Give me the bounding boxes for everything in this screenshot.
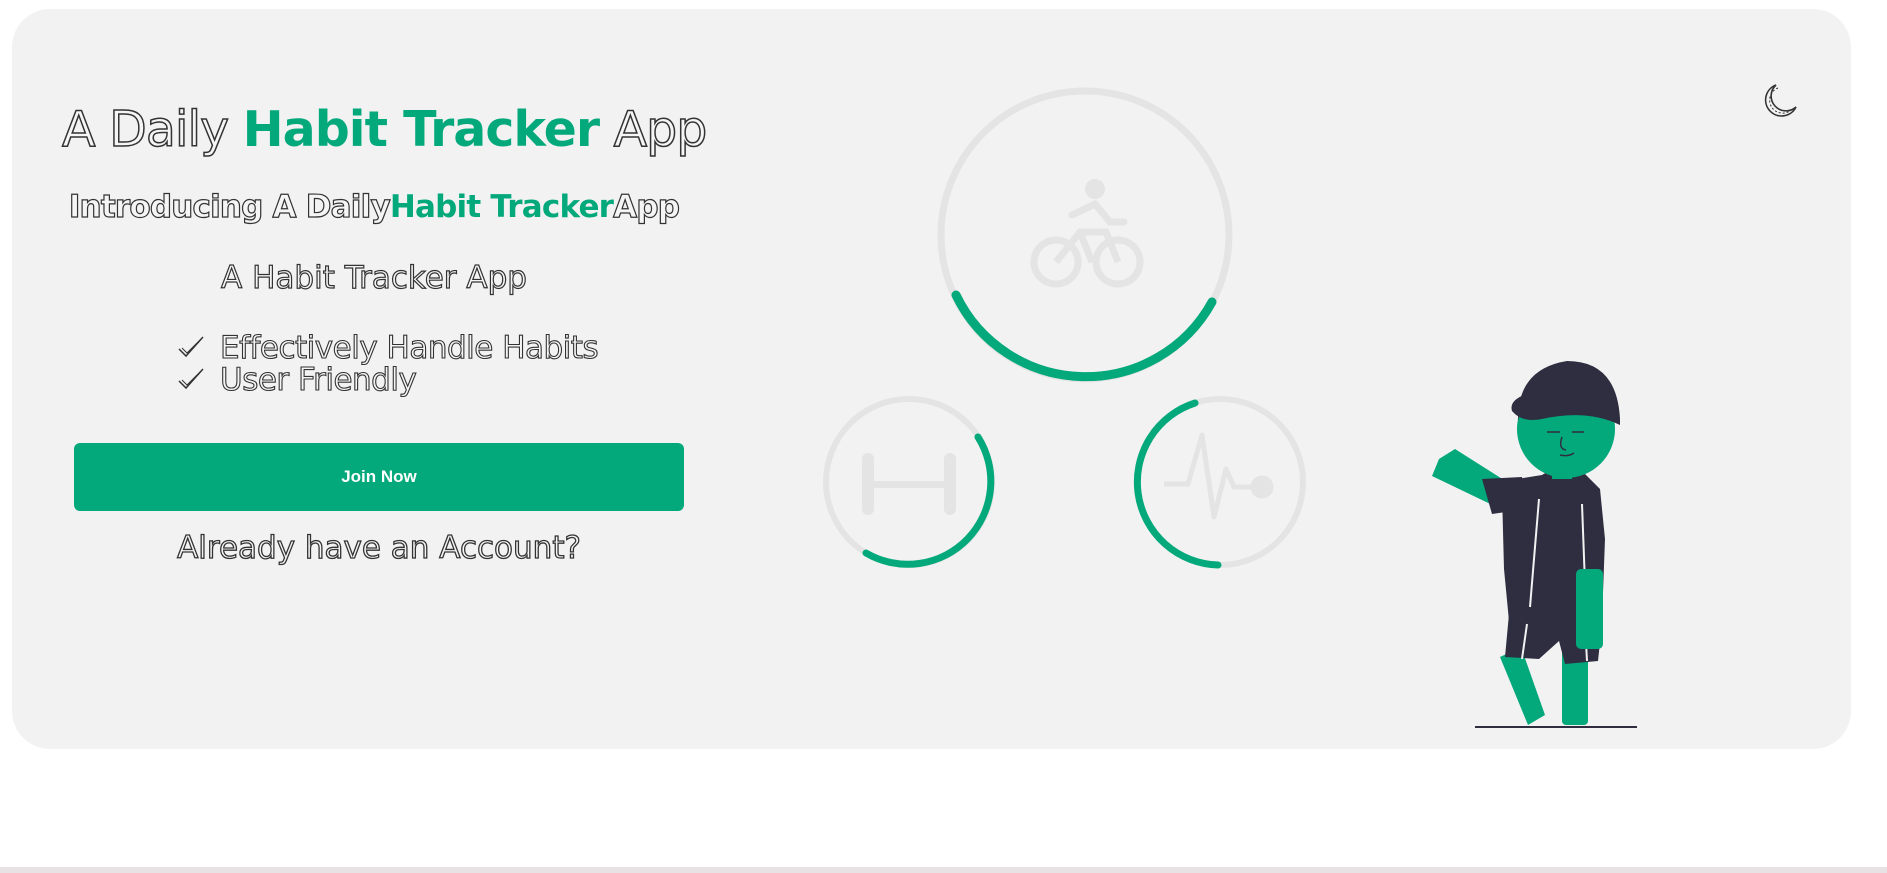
heartbeat-icon	[1164, 432, 1274, 520]
heartbeat-ring	[1133, 396, 1306, 569]
hero-card: A Daily Habit Tracker App Introducing A …	[12, 9, 1851, 749]
person-illustration	[1432, 361, 1637, 728]
dumbbell-icon	[862, 453, 956, 515]
footer-strip	[0, 867, 1887, 873]
bicycle-icon	[1030, 179, 1144, 288]
dumbbell-ring	[823, 396, 995, 568]
cycling-ring	[937, 87, 1233, 383]
habit-illustration	[823, 87, 1637, 728]
